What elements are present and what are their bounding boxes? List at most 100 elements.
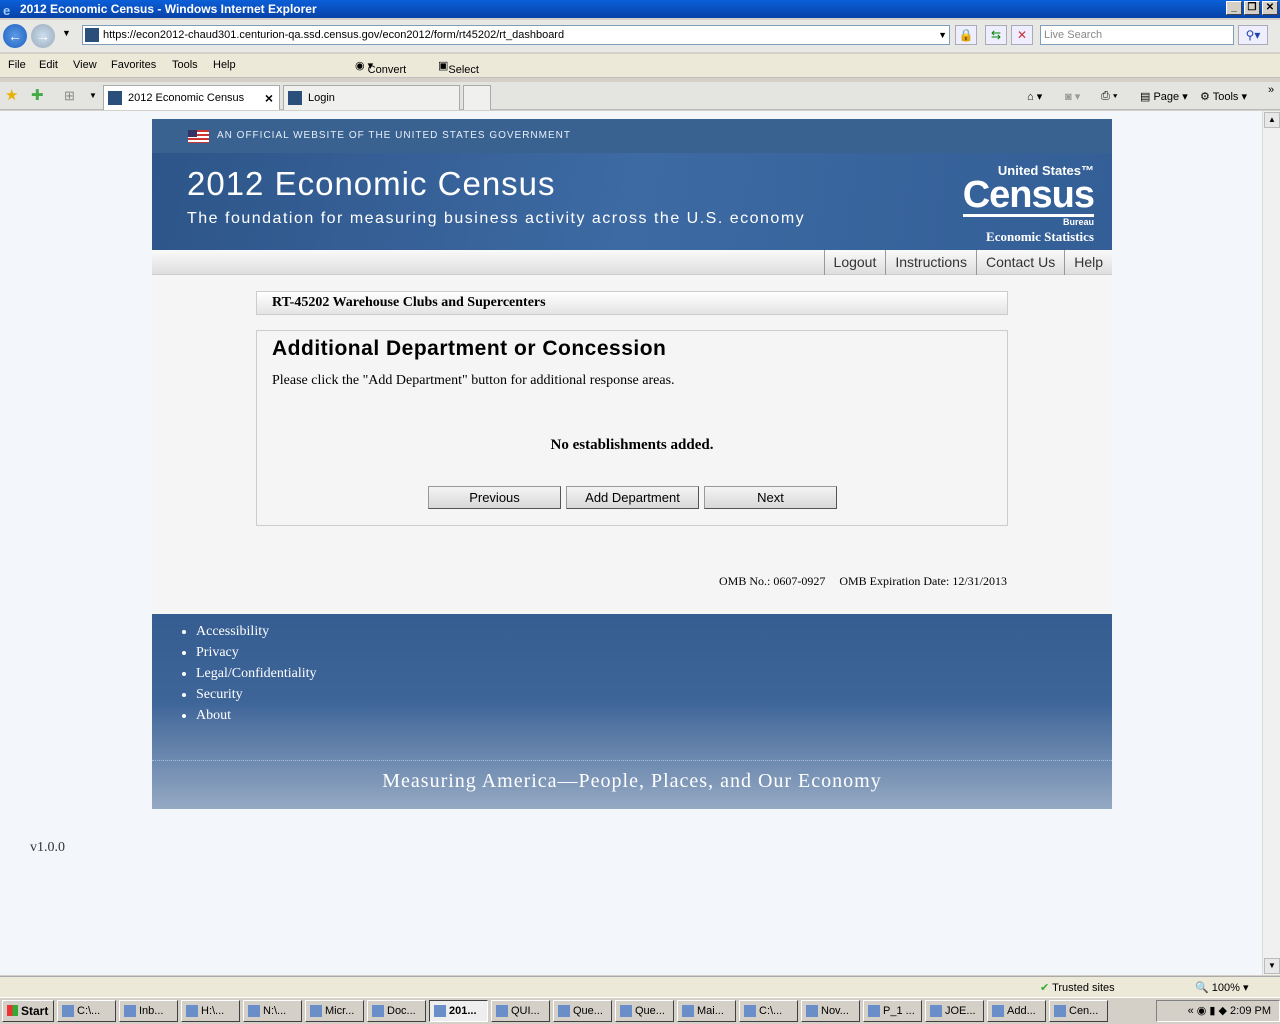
stop-icon[interactable]: ✕ (1011, 25, 1033, 45)
taskbar-item[interactable]: P_1 ... (863, 1000, 922, 1022)
select-button[interactable]: ▣ Select (438, 59, 479, 76)
add-department-button[interactable]: Add Department (566, 486, 699, 509)
tab-2012-economic-census[interactable]: 2012 Economic Census × (103, 85, 280, 110)
taskbar-item-active[interactable]: 201... (429, 1000, 488, 1022)
footer-link-about[interactable]: About (196, 708, 231, 723)
print-icon[interactable]: ⎙ ▾ (1101, 90, 1117, 103)
nav-contact-us[interactable]: Contact Us (975, 250, 1064, 275)
window-titlebar: e 2012 Economic Census - Windows Internet… (0, 0, 1280, 18)
menu-tools[interactable]: Tools (172, 59, 198, 71)
address-bar-row: ← → ▼ https://econ2012-chaud301.centurio… (0, 20, 1280, 52)
quick-tabs-icon[interactable]: ⊞ (64, 88, 75, 104)
page-menu[interactable]: ▤ Page ▾ (1140, 90, 1188, 103)
menu-file[interactable]: File (8, 59, 26, 71)
history-dropdown-icon[interactable]: ▼ (62, 28, 71, 38)
menu-view[interactable]: View (73, 59, 97, 71)
taskbar-item[interactable]: N:\... (243, 1000, 302, 1022)
footer-link-security[interactable]: Security (196, 687, 243, 702)
tab-login[interactable]: Login (283, 85, 460, 110)
site-footer: Accessibility Privacy Legal/Confidential… (152, 614, 1112, 809)
scroll-down-icon[interactable]: ▼ (1264, 958, 1280, 974)
tab-label: Login (308, 92, 335, 104)
tray-icons[interactable]: « ◉ ▮ ◆ (1188, 1005, 1230, 1017)
nav-help[interactable]: Help (1064, 250, 1112, 275)
taskbar-item[interactable]: Inb... (119, 1000, 178, 1022)
close-window-button[interactable]: ✕ (1262, 1, 1278, 15)
menu-bar: File Edit View Favorites Tools Help ◉ Co… (0, 54, 1280, 78)
menu-help[interactable]: Help (213, 59, 236, 71)
gov-banner: AN OFFICIAL WEBSITE OF THE UNITED STATES… (152, 119, 1112, 153)
select-label: Select (448, 64, 479, 76)
zoom-level: 100% (1211, 982, 1240, 994)
taskbar-item[interactable]: Add... (987, 1000, 1046, 1022)
taskbar-item[interactable]: Que... (553, 1000, 612, 1022)
taskbar-item[interactable]: C:\... (57, 1000, 116, 1022)
version-label: v1.0.0 (30, 840, 65, 855)
menu-favorites[interactable]: Favorites (111, 59, 156, 71)
system-tray: « ◉ ▮ ◆ 2:09 PM (1156, 1000, 1280, 1022)
tab-list-dropdown-icon[interactable]: ▼ (89, 91, 97, 100)
us-flag-icon (188, 130, 209, 143)
new-tab-button[interactable] (463, 85, 491, 110)
footer-link-privacy[interactable]: Privacy (196, 645, 239, 660)
favorites-star-icon[interactable]: ★ (5, 86, 18, 104)
next-button[interactable]: Next (704, 486, 837, 509)
zone-label: Trusted sites (1052, 982, 1115, 994)
empty-message: No establishments added. (550, 437, 714, 453)
taskbar-item[interactable]: Que... (615, 1000, 674, 1022)
scroll-up-icon[interactable]: ▲ (1264, 112, 1280, 128)
page-viewport: AN OFFICIAL WEBSITE OF THE UNITED STATES… (0, 111, 1262, 975)
nav-logout[interactable]: Logout (823, 250, 886, 275)
convert-button[interactable]: ◉ Convert ▾ (355, 59, 406, 76)
site-subtitle: The foundation for measuring business ac… (187, 210, 806, 227)
forward-button[interactable]: → (31, 24, 55, 48)
menu-edit[interactable]: Edit (39, 59, 58, 71)
taskbar-item[interactable]: H:\... (181, 1000, 240, 1022)
window-title: 2012 Economic Census - Windows Internet … (20, 2, 317, 16)
taskbar-item[interactable]: Nov... (801, 1000, 860, 1022)
back-button[interactable]: ← (3, 24, 27, 48)
instruction-text: Please click the "Add Department" button… (272, 373, 675, 388)
taskbar-item[interactable]: Doc... (367, 1000, 426, 1022)
tools-menu[interactable]: ⚙ Tools ▾ (1200, 90, 1247, 103)
tab-row: ★ ✚ ⊞ ▼ 2012 Economic Census × Login ⌂ ▾ … (0, 82, 1280, 110)
convert-label: Convert (367, 64, 407, 76)
restore-button[interactable]: ❐ (1244, 1, 1260, 15)
vertical-scrollbar[interactable]: ▲ ▼ (1262, 111, 1280, 975)
taskbar-item[interactable]: Cen... (1049, 1000, 1108, 1022)
taskbar-item[interactable]: JOE... (925, 1000, 984, 1022)
home-icon[interactable]: ⌂ ▾ (1027, 90, 1042, 103)
nav-instructions[interactable]: Instructions (885, 250, 976, 275)
feeds-icon[interactable]: ◙ ▾ (1065, 90, 1080, 103)
add-favorite-icon[interactable]: ✚ (31, 86, 44, 104)
site-nav: Logout Instructions Contact Us Help (152, 250, 1112, 275)
main-content: RT-45202 Warehouse Clubs and Supercenter… (152, 275, 1112, 614)
site-favicon (108, 91, 122, 105)
search-icon[interactable]: ⚲▾ (1238, 25, 1268, 45)
footer-link-legal[interactable]: Legal/Confidentiality (196, 666, 317, 681)
previous-button[interactable]: Previous (428, 486, 561, 509)
taskbar-item[interactable]: QUI... (491, 1000, 550, 1022)
taskbar-item[interactable]: C:\... (739, 1000, 798, 1022)
taskbar-item[interactable]: Micr... (305, 1000, 364, 1022)
taskbar: Start C:\... Inb... H:\... N:\... Micr..… (0, 997, 1280, 1024)
page-label: Page (1153, 91, 1180, 103)
taskbar-item[interactable]: Mai... (677, 1000, 736, 1022)
lock-icon[interactable]: 🔒 (955, 25, 977, 45)
minimize-button[interactable]: _ (1226, 1, 1242, 15)
search-input[interactable]: Live Search (1040, 25, 1234, 45)
more-chevron-icon[interactable]: » (1268, 84, 1274, 96)
zoom-control[interactable]: 🔍 100% ▾ (1195, 981, 1248, 994)
logo-line: Census (962, 174, 1095, 216)
site-title: 2012 Economic Census (187, 165, 556, 202)
footer-link-accessibility[interactable]: Accessibility (196, 624, 269, 639)
logo-line: Economic Statistics (986, 229, 1094, 244)
close-tab-icon[interactable]: × (265, 86, 273, 110)
refresh-icon[interactable]: ⇆ (985, 25, 1007, 45)
start-button[interactable]: Start (2, 1000, 54, 1022)
footer-tagline: Measuring America—People, Places, and Ou… (152, 760, 1112, 793)
address-input[interactable]: https://econ2012-chaud301.centurion-qa.s… (82, 25, 950, 45)
omb-number: OMB No.: 0607-0927 (719, 574, 826, 588)
address-dropdown-icon[interactable]: ▼ (938, 26, 947, 44)
site-favicon (85, 28, 99, 42)
